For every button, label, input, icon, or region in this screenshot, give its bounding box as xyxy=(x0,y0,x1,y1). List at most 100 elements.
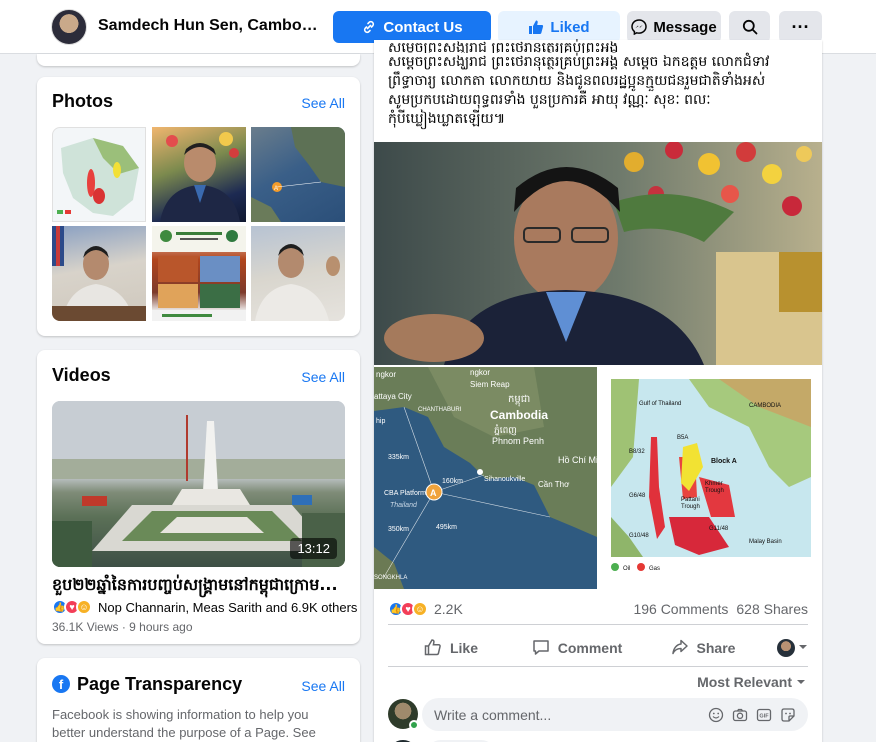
map-label: Thailand xyxy=(390,502,418,509)
link-icon xyxy=(361,19,377,35)
map-label: CBA Platform xyxy=(384,490,426,497)
post-main-photo[interactable] xyxy=(374,142,822,365)
photo-thumbnail-gesture-portrait[interactable] xyxy=(251,226,345,321)
sticker-icon[interactable] xyxy=(780,707,796,723)
post-text-line: ព្រឹទ្ធាចារ្យ លោកតា លោកយាយ និងជូនពលរដ្ឋប… xyxy=(388,73,766,89)
care-reaction-icon: ☺ xyxy=(412,601,428,617)
comment-button[interactable]: Comment xyxy=(514,632,640,664)
map-label: G6/48 xyxy=(629,493,646,499)
photos-see-all-link[interactable]: See All xyxy=(301,95,345,111)
page-transparency-text: Facebook is showing information to help … xyxy=(52,707,316,740)
page-name[interactable]: Samdech Hun Sen, Cambodian... xyxy=(98,17,320,35)
map-label: Cambodia xyxy=(490,408,548,422)
map-label: Phnom Penh xyxy=(492,436,544,446)
share-count[interactable]: 628 Shares xyxy=(736,601,808,617)
page-avatar[interactable] xyxy=(51,9,87,45)
map-label: SONGKHLA xyxy=(374,575,407,581)
map-label: Siem Reap xyxy=(470,380,510,389)
photo-thumbnail-desk-portrait[interactable] xyxy=(52,226,146,321)
search-icon xyxy=(742,19,758,35)
map-label: ngkor xyxy=(376,370,396,379)
photos-title: Photos xyxy=(52,91,113,111)
like-button[interactable]: Like xyxy=(388,632,514,664)
liked-label: Liked xyxy=(550,18,590,36)
post-map-oil-gas[interactable]: Gulf of Thailand CAMBODIA Block A Khmer … xyxy=(599,367,822,589)
comment-placeholder: Write a comment... xyxy=(434,706,552,723)
gif-icon[interactable]: GIF xyxy=(756,707,772,723)
transparency-see-all-link[interactable]: See All xyxy=(301,678,345,694)
map-label: B5A xyxy=(677,435,688,441)
messenger-icon xyxy=(631,19,648,35)
share-button[interactable]: Share xyxy=(640,632,766,664)
video-thumbnail[interactable]: 13:12 xyxy=(52,401,345,567)
reaction-count[interactable]: 2.2K xyxy=(434,601,463,617)
video-meta: 36.1K Views · 9 hours ago xyxy=(52,620,193,634)
page-transparency-title: Page Transparency xyxy=(77,674,243,694)
photo-thumbnail-poster[interactable] xyxy=(152,226,246,321)
map-label: G11/48 xyxy=(709,526,729,532)
post-text-line: កុំបីឃ្លៀងឃ្លាតឡើយ៕ xyxy=(388,111,506,127)
more-dots-icon: ··· xyxy=(791,16,810,37)
post-text-line: សូមប្រកបដោយពុទ្ធពរទាំង បួនប្រការគឺ អាយុ … xyxy=(388,92,711,108)
map-label: Cần Thơ xyxy=(538,480,570,489)
legend-oil-label: Oil xyxy=(623,566,630,572)
page-transparency-card: f Page Transparency See All Facebook is … xyxy=(37,658,360,742)
divider xyxy=(388,624,808,625)
contact-us-label: Contact Us xyxy=(383,18,463,36)
video-duration-badge: 13:12 xyxy=(290,538,337,559)
map-label: Gulf of Thailand xyxy=(639,401,681,407)
photo-thumbnail-map[interactable] xyxy=(52,127,146,222)
caret-down-icon xyxy=(796,674,806,690)
post-as-selector[interactable] xyxy=(766,639,808,657)
map-label: Trough xyxy=(681,504,700,510)
post-map-satellite[interactable]: ngkor ngkor Siem Reap CHANTHABURI attaya… xyxy=(374,367,597,589)
comment-label: Comment xyxy=(557,640,623,656)
camera-icon[interactable] xyxy=(732,707,748,723)
like-label: Like xyxy=(449,640,478,656)
comment-sort-dropdown[interactable]: Most Relevant xyxy=(697,674,806,690)
photo-grid: A xyxy=(52,127,345,321)
comment-input[interactable]: Write a comment... GIF xyxy=(422,698,808,731)
intro-card-bottom xyxy=(37,54,360,66)
videos-card: Videos See All 13:12 ខួប២២ឆ្នាំនៃការបញ្ច… xyxy=(37,350,360,644)
map-label: CAMBODIA xyxy=(749,403,781,409)
videos-title: Videos xyxy=(52,365,111,385)
reaction-icons: 👍 ♥ ☺ xyxy=(52,599,92,615)
video-reactions-text: Nop Channarin, Meas Sarith and 6.9K othe… xyxy=(98,599,358,615)
map-label: Khmer xyxy=(705,481,723,487)
map-label: 335km xyxy=(388,454,409,461)
map-label: 160km xyxy=(442,478,463,485)
post-stats: 👍 ♥ ☺ 2.2K 196 Comments 628 Shares xyxy=(388,599,808,619)
online-status-dot xyxy=(409,720,419,730)
care-reaction-icon: ☺ xyxy=(76,599,92,615)
video-title[interactable]: ខួប២២ឆ្នាំនៃការបញ្ចប់សង្គ្រាមនៅកម្ពុជាក្… xyxy=(52,574,348,598)
comment-icon xyxy=(532,638,550,659)
share-icon xyxy=(671,638,689,659)
map-label: Block A xyxy=(711,458,737,465)
post-actions: Like Comment Share xyxy=(388,632,808,664)
map-label: G10/48 xyxy=(629,533,649,539)
caret-down-icon xyxy=(798,639,808,657)
comment-sort-label: Most Relevant xyxy=(697,674,792,690)
svg-text:GIF: GIF xyxy=(759,713,769,719)
legend-gas-label: Gas xyxy=(649,566,660,572)
photos-card: Photos See All A xyxy=(37,77,360,336)
videos-see-all-link[interactable]: See All xyxy=(301,369,345,385)
map-label: hip xyxy=(376,418,385,425)
photo-thumbnail-portrait[interactable] xyxy=(152,127,246,222)
post-reaction-icons[interactable]: 👍 ♥ ☺ xyxy=(388,601,428,617)
map-label: B8/32 xyxy=(629,449,645,455)
photo-thumbnail-satellite-map[interactable]: A xyxy=(251,127,345,222)
map-label: ភ្នំពេញ xyxy=(494,424,517,436)
post-card: សម្ដេចព្រះសង្ឃរាជ ព្រះថេរានុត្ថេរគ្រប់ព្… xyxy=(374,40,822,742)
thumbs-up-icon xyxy=(528,19,544,35)
video-reactions[interactable]: 👍 ♥ ☺ Nop Channarin, Meas Sarith and 6.9… xyxy=(52,599,357,615)
comment-count[interactable]: 196 Comments xyxy=(633,601,728,617)
map-label: 495km xyxy=(436,524,457,531)
post-text-line: សម្ដេចព្រះសង្ឃរាជ ព្រះថេរានុត្ថេរគ្រប់ព្… xyxy=(388,54,770,70)
map-label: Hồ Chí Mi xyxy=(558,455,597,465)
map-label: Pattani xyxy=(681,497,700,503)
emoji-icon[interactable] xyxy=(708,707,724,723)
map-label: attaya City xyxy=(374,392,412,401)
map-label: Trough xyxy=(705,488,724,494)
